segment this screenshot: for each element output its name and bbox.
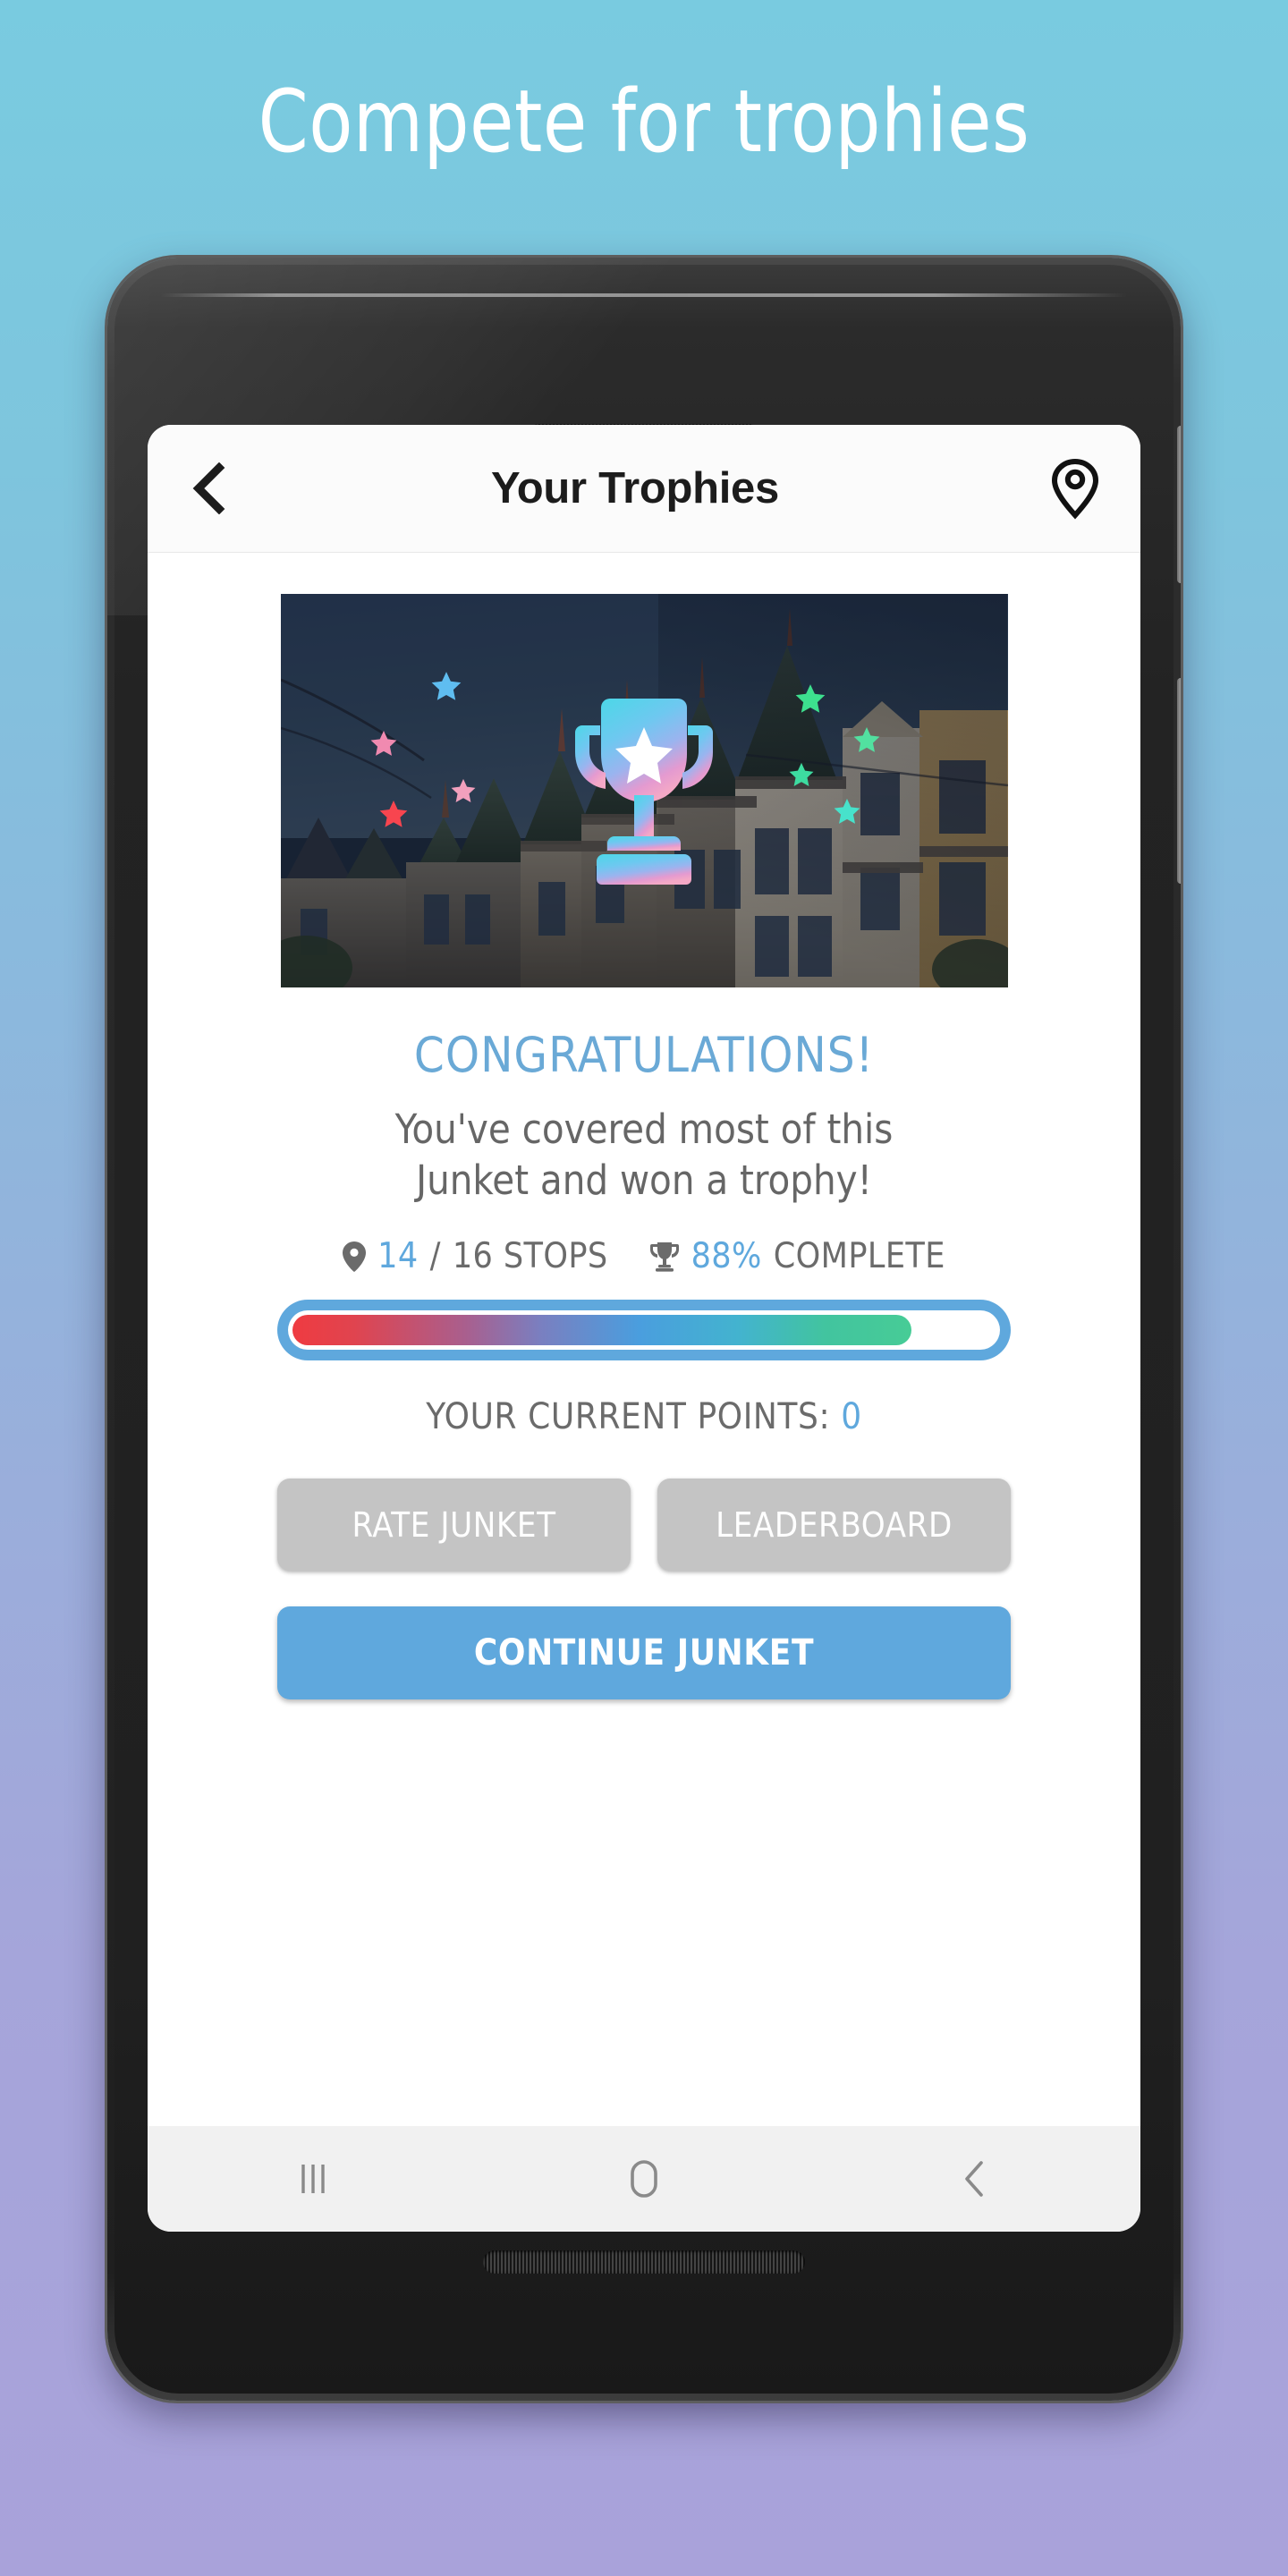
app-header: Your Trophies xyxy=(148,425,1140,553)
star-icon xyxy=(834,798,860,824)
page-title: Your Trophies xyxy=(491,464,779,513)
recents-button[interactable] xyxy=(259,2143,367,2215)
progress-track xyxy=(288,1310,1000,1351)
map-pin-icon xyxy=(1051,458,1099,520)
stops-total: 16 STOPS xyxy=(452,1236,608,1277)
completion-label: COMPLETE xyxy=(773,1236,945,1277)
bezel-highlight xyxy=(161,293,1127,297)
map-pin-filled-icon xyxy=(343,1241,367,1272)
star-icon xyxy=(795,684,825,713)
congratulations-message: You've covered most of this Junket and w… xyxy=(148,1105,1140,1206)
star-icon xyxy=(379,801,407,827)
volume-button[interactable] xyxy=(1177,426,1181,583)
star-icon xyxy=(431,672,461,700)
chevron-left-icon xyxy=(192,462,225,514)
stops-separator: / xyxy=(429,1236,441,1277)
home-icon xyxy=(631,2160,657,2198)
leaderboard-button[interactable]: LEADERBOARD xyxy=(657,1479,1011,1572)
bottom-speaker xyxy=(483,2250,805,2274)
secondary-actions: RATE JUNKET LEADERBOARD xyxy=(277,1479,1011,1572)
points-value: 0 xyxy=(841,1396,862,1438)
points-label: YOUR CURRENT POINTS: xyxy=(426,1396,831,1438)
stops-current: 14 xyxy=(377,1236,419,1277)
trophy-filled-icon xyxy=(649,1241,679,1272)
phone-screen: Your Trophies CONGRATULATIONS! You've co… xyxy=(148,425,1140,2232)
star-icon xyxy=(370,730,396,756)
stops-stat: 14 / 16 STOPS xyxy=(343,1236,607,1276)
message-line-2: Junket and won a trophy! xyxy=(416,1156,872,1204)
progress-bar xyxy=(277,1300,1011,1361)
trophy-icon xyxy=(559,695,729,886)
back-chevron-icon xyxy=(965,2161,983,2197)
progress-fill xyxy=(292,1315,911,1346)
phone-device: Your Trophies CONGRATULATIONS! You've co… xyxy=(107,258,1181,2401)
congratulations-title: CONGRATULATIONS! xyxy=(413,1027,875,1083)
rate-junket-button[interactable]: RATE JUNKET xyxy=(277,1479,631,1572)
map-button[interactable] xyxy=(1044,457,1106,520)
nav-back-button[interactable] xyxy=(921,2143,1029,2215)
android-nav-bar xyxy=(148,2126,1140,2232)
completion-stat: 88% COMPLETE xyxy=(649,1236,945,1276)
continue-junket-button[interactable]: CONTINUE JUNKET xyxy=(277,1606,1011,1700)
completion-percent: 88% xyxy=(691,1236,762,1277)
promo-headline: Compete for trophies xyxy=(258,72,1030,172)
trophy-hero-image xyxy=(280,594,1008,987)
stats-row: 14 / 16 STOPS 88% COMPLETE xyxy=(148,1236,1140,1276)
points-row: YOUR CURRENT POINTS: 0 xyxy=(148,1396,1140,1437)
star-icon xyxy=(789,762,813,786)
star-icon xyxy=(853,726,879,752)
star-icon xyxy=(451,778,475,802)
recents-icon xyxy=(301,2165,325,2193)
home-button[interactable] xyxy=(590,2143,698,2215)
message-line-1: You've covered most of this xyxy=(394,1106,894,1153)
power-button[interactable] xyxy=(1177,678,1181,884)
